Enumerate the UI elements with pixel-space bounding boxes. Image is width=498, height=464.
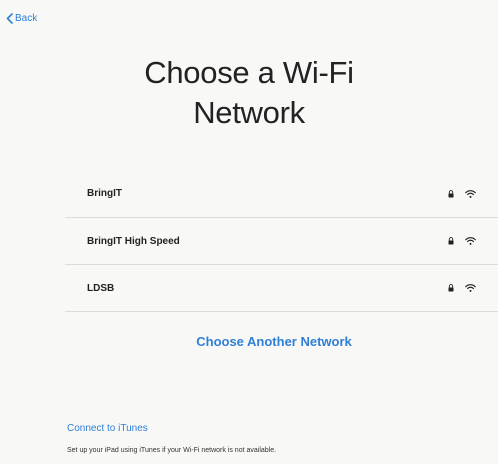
network-list: BringIT BringIT High Speed LDSB [65, 170, 498, 312]
lock-icon [448, 237, 454, 245]
wifi-setup-screen: Back Choose a Wi-Fi Network BringIT Brin… [0, 0, 498, 464]
network-row-bringit[interactable]: BringIT [65, 170, 498, 217]
choose-another-network-button[interactable]: Choose Another Network [0, 334, 498, 349]
connect-to-itunes-link[interactable]: Connect to iTunes [67, 423, 148, 434]
network-name: BringIT [87, 188, 122, 199]
network-name: BringIT High Speed [87, 235, 180, 247]
lock-icon [448, 189, 454, 197]
lock-icon [448, 284, 454, 292]
page-title: Choose a Wi-Fi Network [0, 53, 498, 133]
chevron-left-icon [6, 13, 13, 24]
network-row-bringit-high-speed[interactable]: BringIT High Speed [65, 217, 498, 264]
wifi-icon [465, 237, 476, 245]
back-button[interactable]: Back [6, 13, 37, 24]
wifi-icon [465, 189, 476, 198]
back-label: Back [15, 13, 38, 24]
network-name: LDSB [87, 282, 115, 294]
page-title-line2: Network [193, 95, 305, 130]
page-title-line1: Choose a Wi-Fi [144, 55, 354, 90]
network-row-ldsb[interactable]: LDSB [65, 264, 498, 312]
itunes-description: Set up your iPad using iTunes if your Wi… [67, 447, 277, 454]
wifi-icon [465, 284, 476, 292]
